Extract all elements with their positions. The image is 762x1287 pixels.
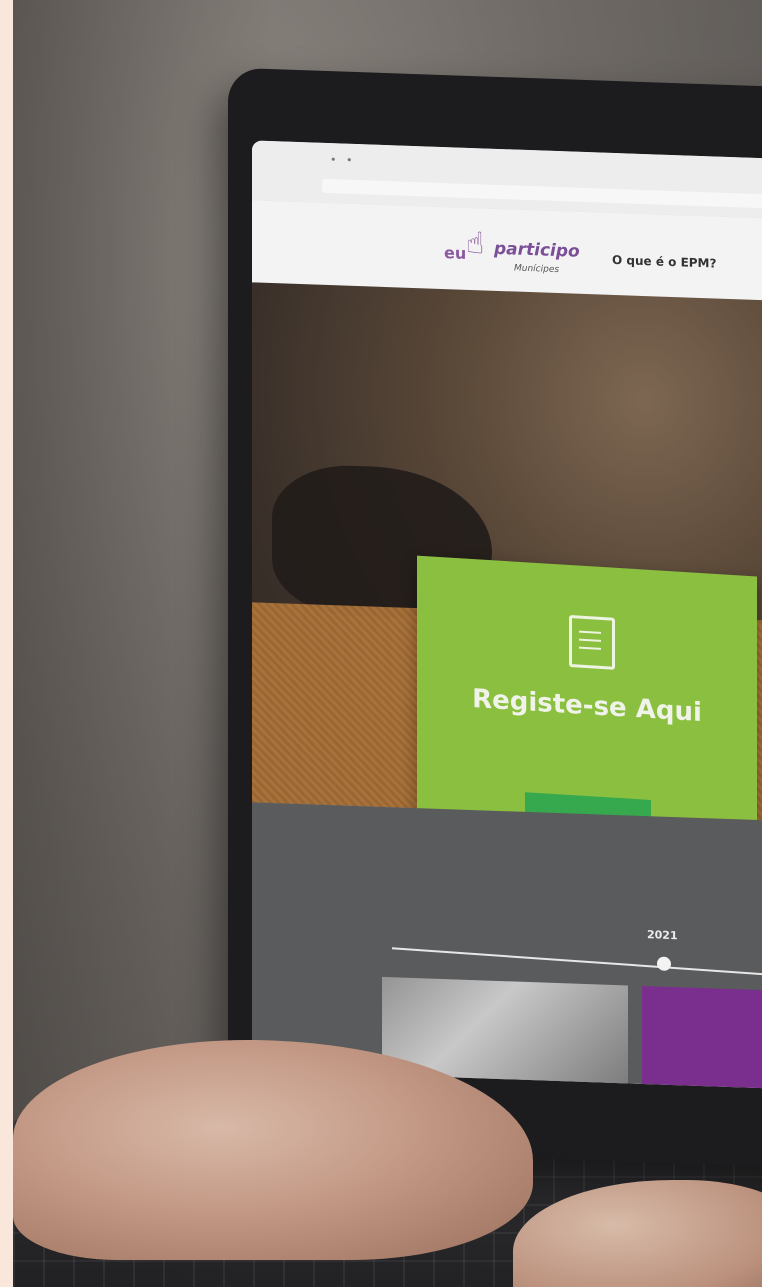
logo-eu-text: eu (444, 243, 467, 263)
window-controls: • • (330, 153, 356, 167)
hero-section: Registe-se Aqui Ou faça login (252, 282, 762, 925)
laptop-screen: • • eu ☝ participo Munícipes O que é o E… (252, 140, 762, 1090)
laptop: • • eu ☝ participo Munícipes O que é o E… (228, 67, 762, 1169)
timeline-line (391, 947, 762, 979)
hand-icon: ☝ (466, 225, 485, 262)
timeline-thumbnail-2[interactable] (642, 985, 762, 1090)
timeline-year: 2021 (647, 928, 678, 943)
registration-title: Registe-se Aqui (472, 684, 702, 729)
register-document-icon (569, 614, 615, 670)
timeline-marker[interactable] (657, 956, 671, 971)
photo-scene: • • eu ☝ participo Munícipes O que é o E… (13, 0, 762, 1287)
logo-municipes-text: Munícipes (514, 263, 560, 276)
logo-participo-text: participo (494, 238, 580, 262)
eu-participo-logo[interactable]: eu ☝ participo Munícipes (444, 225, 594, 286)
nav-link-what-is-epm[interactable]: O que é o EPM? (612, 253, 716, 271)
